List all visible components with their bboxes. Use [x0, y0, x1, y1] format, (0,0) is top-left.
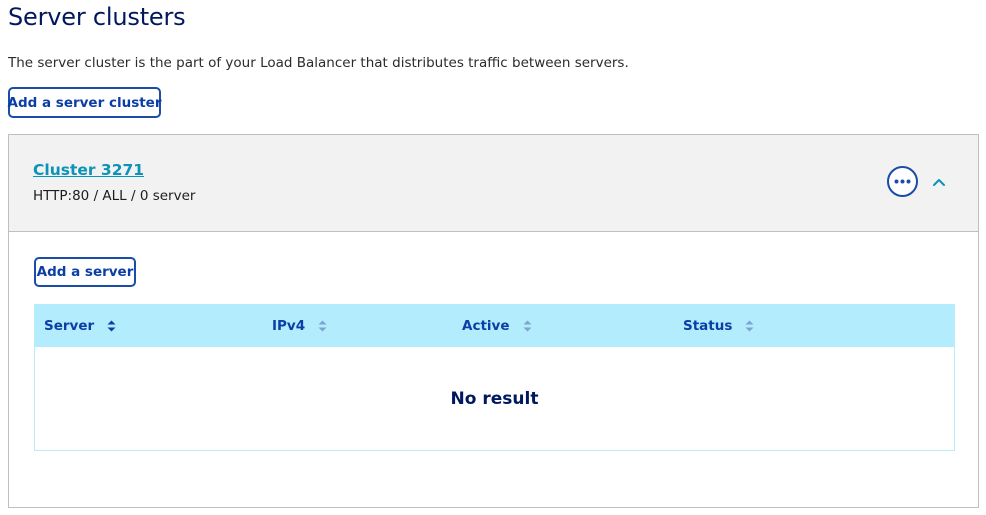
- add-server-button[interactable]: Add a server: [34, 257, 136, 287]
- column-header-active[interactable]: Active: [462, 305, 532, 347]
- column-header-status[interactable]: Status: [683, 305, 754, 347]
- column-header-label: Server: [44, 318, 95, 334]
- column-header-label: Status: [683, 318, 733, 334]
- column-header-label: IPv4: [272, 318, 306, 334]
- sort-icon: [745, 320, 754, 332]
- sort-icon: [523, 320, 531, 332]
- sort-icon: [318, 320, 327, 332]
- cluster-actions-button[interactable]: [887, 166, 918, 197]
- cluster-header[interactable]: Cluster 3271 HTTP:80 / ALL / 0 server: [9, 135, 978, 232]
- column-header-label: Active: [462, 318, 510, 334]
- servers-table: Server IPv4 Active Status No result: [34, 304, 955, 451]
- column-header-server[interactable]: Server: [44, 305, 116, 347]
- table-header-row: Server IPv4 Active Status: [35, 305, 954, 347]
- empty-state-message: No result: [450, 389, 539, 409]
- page-title: Server clusters: [8, 3, 186, 31]
- cluster-card: Cluster 3271 HTTP:80 / ALL / 0 server Ad…: [8, 134, 979, 508]
- add-server-cluster-button[interactable]: Add a server cluster: [8, 87, 162, 118]
- column-header-ipv4[interactable]: IPv4: [272, 305, 327, 347]
- chevron-up-icon[interactable]: [929, 172, 949, 192]
- page-description: The server cluster is the part of your L…: [8, 55, 629, 71]
- cluster-name-link[interactable]: Cluster 3271: [33, 160, 144, 180]
- ellipsis-icon: [894, 179, 911, 184]
- sort-icon: [107, 320, 116, 332]
- cluster-summary: HTTP:80 / ALL / 0 server: [33, 188, 196, 204]
